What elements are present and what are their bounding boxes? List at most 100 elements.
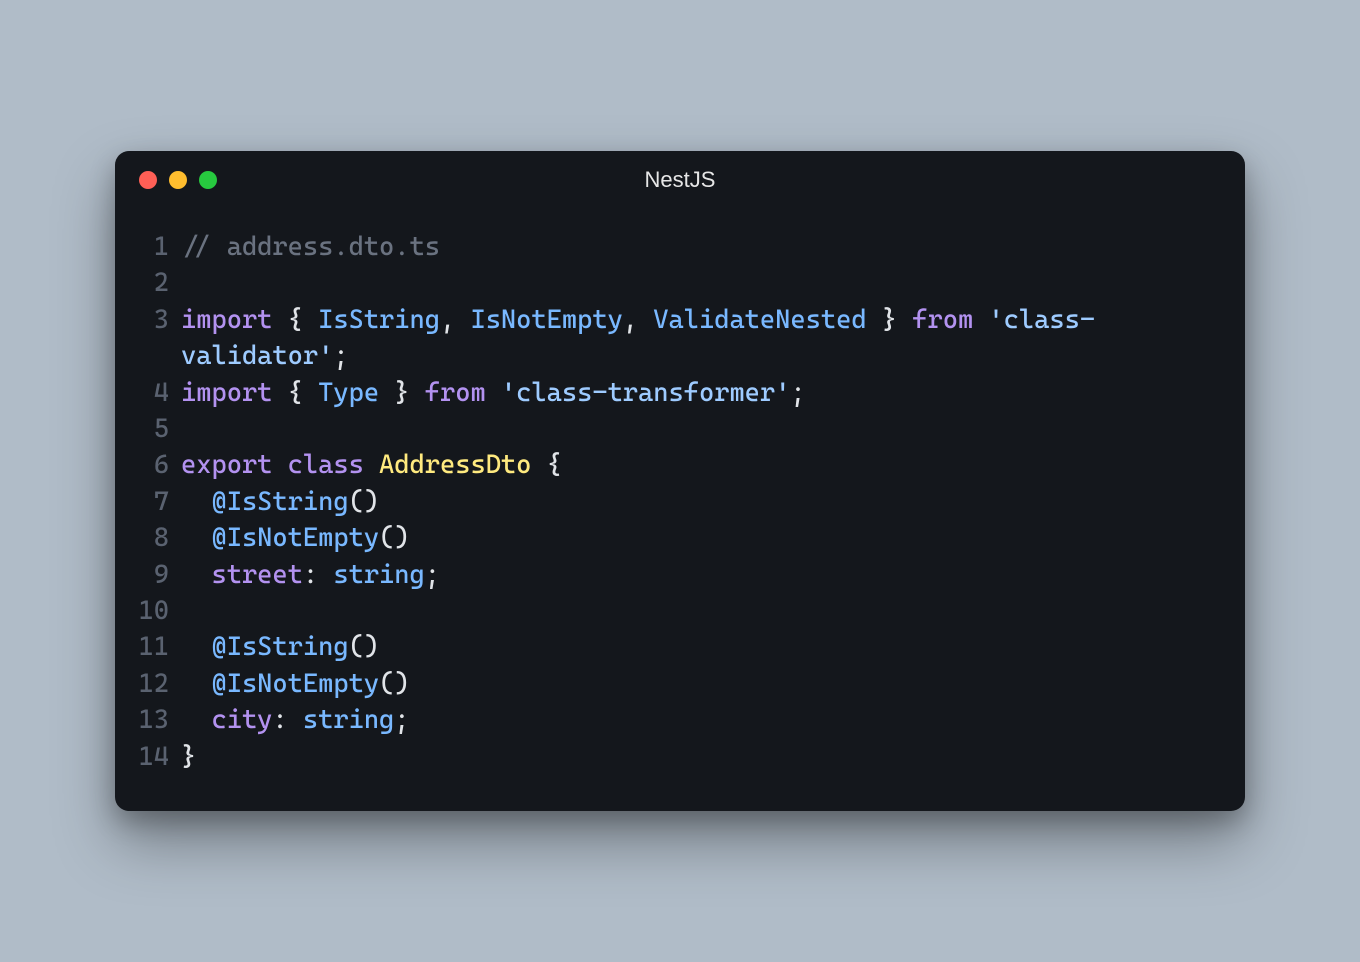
code-token (486, 378, 501, 408)
code-content: import { IsString, IsNotEmpty, ValidateN… (181, 302, 1215, 338)
code-line: 12 @IsNotEmpty() (129, 666, 1215, 702)
code-token: IsString (318, 305, 440, 335)
code-token: () (379, 523, 409, 553)
code-token: string (303, 705, 394, 735)
minimize-icon[interactable] (169, 171, 187, 189)
code-token (181, 560, 211, 590)
code-token (364, 450, 379, 480)
code-content: } (181, 739, 1215, 775)
code-line: 5 (129, 411, 1215, 447)
code-content: city: string; (181, 702, 1215, 738)
code-token: { (272, 378, 318, 408)
code-token: @ (181, 523, 227, 553)
line-number: 9 (129, 557, 181, 593)
line-number: 4 (129, 375, 181, 411)
code-token: @ (181, 487, 227, 517)
code-token: ; (425, 560, 440, 590)
code-token: , (440, 305, 470, 335)
code-content (181, 265, 1215, 301)
code-token (272, 450, 287, 480)
code-token: ; (333, 341, 348, 371)
code-line: 13 city: string; (129, 702, 1215, 738)
code-line: 4import { Type } from 'class-transformer… (129, 375, 1215, 411)
code-line: 9 street: string; (129, 557, 1215, 593)
window-title: NestJS (645, 167, 716, 193)
code-token: import (181, 378, 272, 408)
code-token: () (349, 487, 379, 517)
code-token: : (303, 560, 333, 590)
code-content: // address.dto.ts (181, 229, 1215, 265)
line-number: 5 (129, 411, 181, 447)
code-token: from (912, 305, 973, 335)
code-content: import { Type } from 'class-transformer'… (181, 375, 1215, 411)
code-token: ValidateNested (653, 305, 866, 335)
close-icon[interactable] (139, 171, 157, 189)
code-token: from (425, 378, 486, 408)
code-token: : (272, 705, 302, 735)
code-line-wrap: validator'; (129, 338, 1215, 374)
titlebar: NestJS (115, 151, 1245, 199)
code-token: 'class- (988, 305, 1095, 335)
code-token: string (333, 560, 424, 590)
code-token: @ (181, 669, 227, 699)
code-content: @IsNotEmpty() (181, 666, 1215, 702)
code-token: 'class-transformer' (501, 378, 790, 408)
code-token: Type (318, 378, 379, 408)
code-line: 6export class AddressDto { (129, 447, 1215, 483)
code-token: ; (394, 705, 409, 735)
code-token: { (531, 450, 561, 480)
code-token: class (288, 450, 364, 480)
code-content: validator'; (129, 338, 1215, 374)
code-token: import (181, 305, 272, 335)
code-line: 11 @IsString() (129, 629, 1215, 665)
code-token: { (272, 305, 318, 335)
code-editor[interactable]: 1// address.dto.ts2 3import { IsString, … (115, 199, 1245, 775)
code-token: city (211, 705, 272, 735)
line-number: 2 (129, 265, 181, 301)
code-token: street (211, 560, 302, 590)
code-token: () (349, 632, 379, 662)
code-token: ; (790, 378, 805, 408)
line-number: 13 (129, 702, 181, 738)
line-number: 8 (129, 520, 181, 556)
code-token: } (379, 378, 425, 408)
code-token: IsNotEmpty (227, 523, 379, 553)
code-token: IsNotEmpty (227, 669, 379, 699)
code-line: 7 @IsString() (129, 484, 1215, 520)
code-token: } (181, 742, 196, 772)
code-token: , (623, 305, 653, 335)
code-content: @IsString() (181, 629, 1215, 665)
line-number: 11 (129, 629, 181, 665)
code-content: @IsNotEmpty() (181, 520, 1215, 556)
code-token: IsString (227, 632, 349, 662)
code-line: 10 (129, 593, 1215, 629)
code-token (973, 305, 988, 335)
traffic-lights (139, 171, 217, 189)
code-content: export class AddressDto { (181, 447, 1215, 483)
code-line: 3import { IsString, IsNotEmpty, Validate… (129, 302, 1215, 338)
code-line: 8 @IsNotEmpty() (129, 520, 1215, 556)
code-token: IsString (227, 487, 349, 517)
code-line: 14} (129, 739, 1215, 775)
code-token: () (379, 669, 409, 699)
code-token (181, 705, 211, 735)
code-token: @ (181, 632, 227, 662)
code-token: // address.dto.ts (181, 232, 440, 262)
code-content (181, 411, 1215, 447)
code-token: AddressDto (379, 450, 531, 480)
code-token: IsNotEmpty (470, 305, 622, 335)
line-number: 12 (129, 666, 181, 702)
line-number: 14 (129, 739, 181, 775)
code-token: validator' (181, 341, 333, 371)
line-number: 10 (129, 593, 181, 629)
code-window: NestJS 1// address.dto.ts2 3import { IsS… (115, 151, 1245, 811)
line-number: 3 (129, 302, 181, 338)
code-content: @IsString() (181, 484, 1215, 520)
code-content: street: string; (181, 557, 1215, 593)
line-number: 7 (129, 484, 181, 520)
code-line: 1// address.dto.ts (129, 229, 1215, 265)
code-token: } (867, 305, 913, 335)
line-number: 6 (129, 447, 181, 483)
maximize-icon[interactable] (199, 171, 217, 189)
code-line: 2 (129, 265, 1215, 301)
